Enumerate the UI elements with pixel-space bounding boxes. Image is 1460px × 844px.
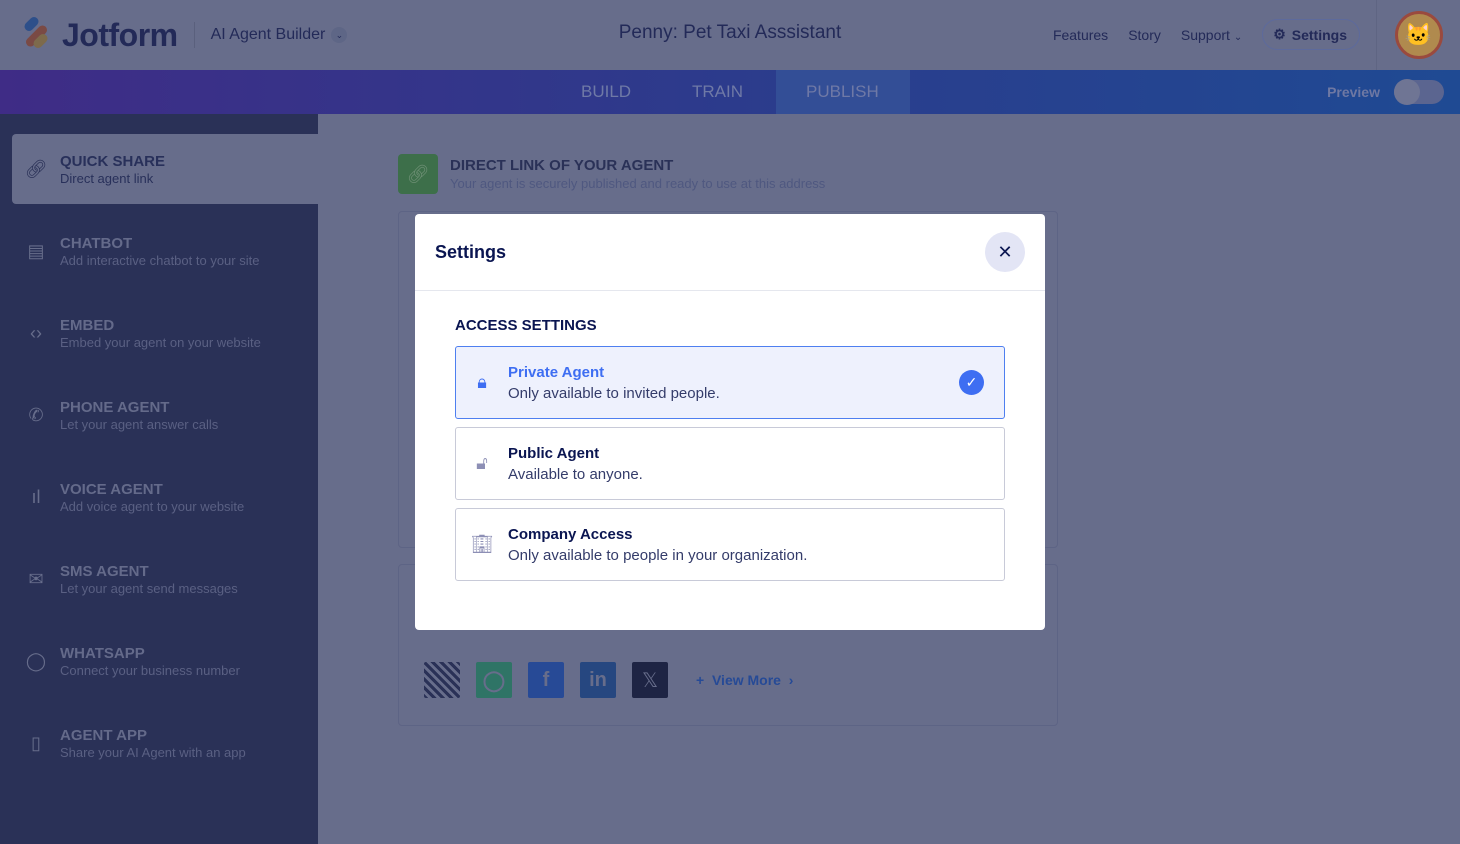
gear-icon: ⚙ xyxy=(1273,26,1286,42)
x-icon[interactable]: 𝕏 xyxy=(632,662,668,698)
sidebar-item-quick-share[interactable]: 🔗︎ QUICK SHARE Direct agent link xyxy=(12,134,318,204)
option-public-agent[interactable]: 🔓︎ Public Agent Available to anyone. xyxy=(455,427,1005,500)
brand-name: Jotform xyxy=(62,16,178,53)
direct-link-title: DIRECT LINK OF YOUR AGENT xyxy=(450,157,674,174)
facebook-icon[interactable]: f xyxy=(528,662,564,698)
nav-story[interactable]: Story xyxy=(1128,27,1161,43)
direct-link-header: 🔗︎ DIRECT LINK OF YOUR AGENT Your agent i… xyxy=(398,154,825,194)
preview-toggle[interactable] xyxy=(1394,79,1444,105)
voice-icon: ıl xyxy=(31,486,41,507)
access-settings-heading: ACCESS SETTINGS xyxy=(455,317,597,334)
sidebar-item-agent-app[interactable]: ▯ AGENT APP Share your AI Agent with an ap… xyxy=(12,708,318,778)
nav-features[interactable]: Features xyxy=(1053,27,1108,43)
settings-modal: Settings ✕ ACCESS SETTINGS 🔒︎ Private Age… xyxy=(415,214,1045,630)
link-icon: 🔗︎ xyxy=(24,158,48,179)
close-icon[interactable]: ✕ xyxy=(985,232,1025,272)
jotform-logo[interactable]: Jotform xyxy=(18,15,178,54)
tab-bar: BUILD TRAIN PUBLISH Preview xyxy=(0,70,1460,114)
chevron-down-icon: ⌄ xyxy=(331,27,348,43)
top-header: Jotform AI Agent Builder ⌄ Penny: Pet Tax… xyxy=(0,0,1460,70)
product-switcher[interactable]: AI Agent Builder ⌄ xyxy=(211,26,348,44)
option-company-access[interactable]: 🏢︎ Company Access Only available to people… xyxy=(455,508,1005,581)
settings-button[interactable]: ⚙ Settings xyxy=(1262,19,1360,50)
sidebar-item-voice-agent[interactable]: ıl VOICE AGENT Add voice agent to your web… xyxy=(12,462,318,532)
tab-train[interactable]: TRAIN xyxy=(662,70,773,114)
avatar[interactable]: 🐱 xyxy=(1394,11,1443,59)
building-icon: 🏢︎ xyxy=(470,534,494,554)
jotform-logo-icon xyxy=(18,15,50,51)
sidebar-item-sms-agent[interactable]: ✉ SMS AGENT Let your agent send messages xyxy=(12,544,318,614)
product-name: AI Agent Builder xyxy=(210,26,326,43)
qr-code-icon[interactable] xyxy=(424,662,460,698)
nav-support[interactable]: Support ⌄ xyxy=(1181,27,1242,43)
linkedin-icon[interactable]: in xyxy=(580,662,616,698)
code-icon: ‹› xyxy=(30,322,42,343)
sidebar-item-chatbot[interactable]: ▤ CHATBOT Add interactive chatbot to your … xyxy=(12,216,318,286)
sidebar-item-whatsapp[interactable]: ◯ WHATSAPP Connect your business number xyxy=(12,626,318,696)
chevron-down-icon: ⌄ xyxy=(1233,31,1243,43)
phone-icon: ✆ xyxy=(28,404,44,425)
modal-title: Settings xyxy=(435,241,507,262)
check-icon: ✓ xyxy=(959,370,984,395)
whatsapp-icon[interactable]: ◯ xyxy=(476,662,512,698)
tab-publish[interactable]: PUBLISH xyxy=(776,70,910,114)
mobile-icon: ▯ xyxy=(31,732,41,753)
view-more-link[interactable]: + View More › xyxy=(696,672,793,688)
lock-icon: 🔒︎ xyxy=(477,372,487,392)
whatsapp-icon: ◯ xyxy=(25,650,47,671)
preview-label: Preview xyxy=(1327,84,1380,100)
share-icons: ◯ f in 𝕏 + View More › xyxy=(424,662,793,698)
chat-icon: ▤ xyxy=(27,240,45,261)
unlock-icon: 🔓︎ xyxy=(476,453,488,473)
tab-build[interactable]: BUILD xyxy=(551,70,661,114)
sidebar-item-phone-agent[interactable]: ✆ PHONE AGENT Let your agent answer calls xyxy=(12,380,318,450)
option-private-agent[interactable]: 🔒︎ Private Agent Only available to invited… xyxy=(455,346,1005,419)
link-icon: 🔗︎ xyxy=(398,154,438,194)
direct-link-subtitle: Your agent is securely published and rea… xyxy=(450,176,826,191)
sidebar: 🔗︎ QUICK SHARE Direct agent link ▤ CHATBOT A… xyxy=(0,114,318,844)
sms-icon: ✉ xyxy=(28,568,44,589)
sidebar-item-embed[interactable]: ‹› EMBED Embed your agent on your website xyxy=(12,298,318,368)
